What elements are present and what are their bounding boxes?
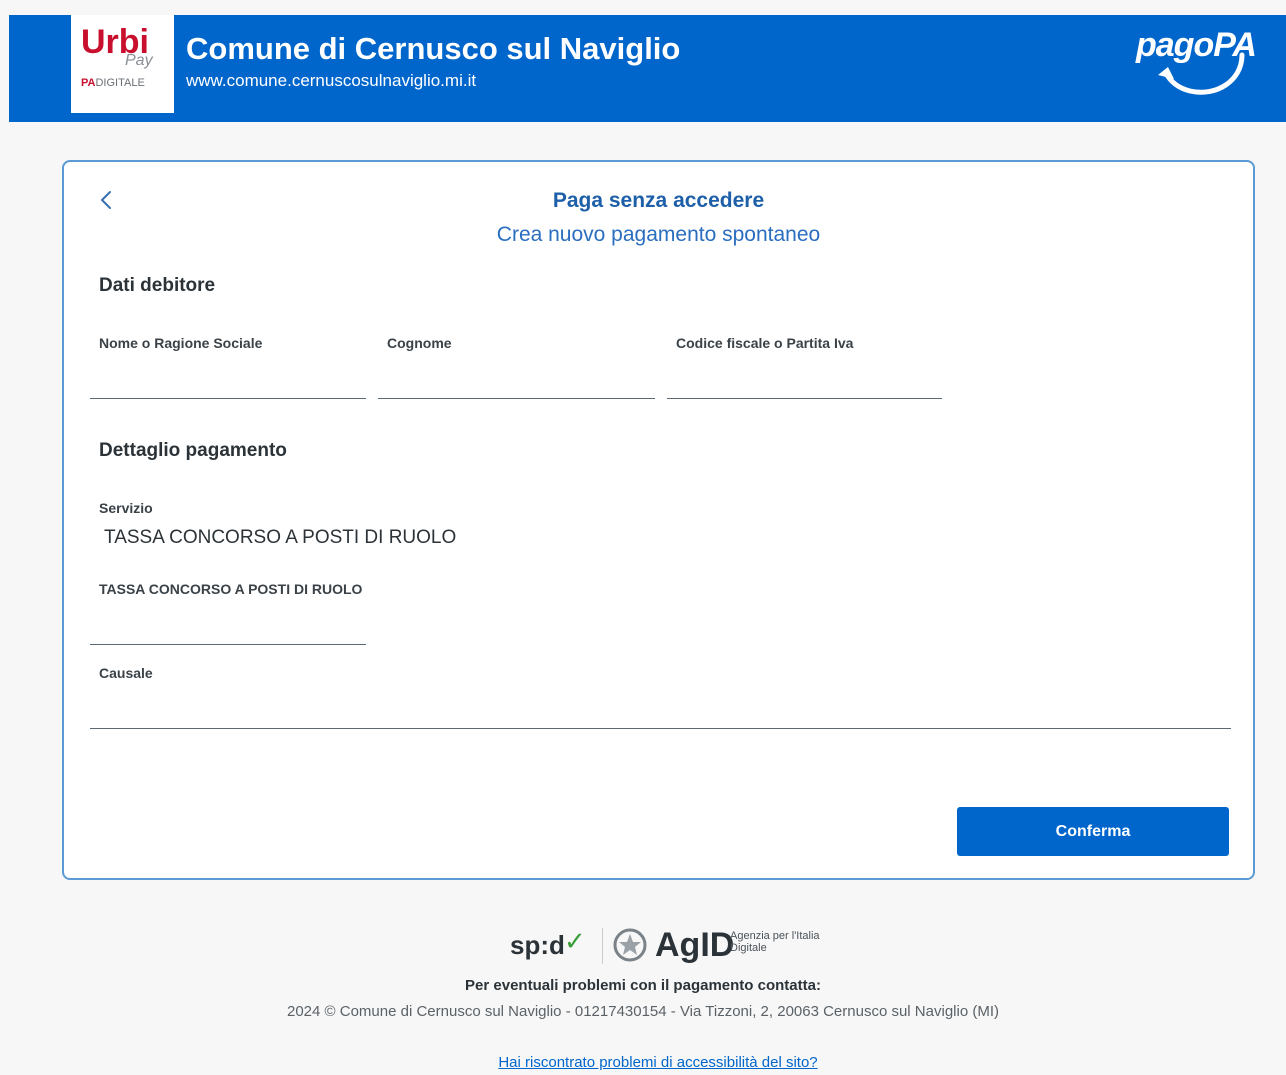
last-name-label: Cognome bbox=[387, 335, 452, 351]
pagopa-logo[interactable]: pagoPA bbox=[1136, 25, 1257, 105]
amount-input[interactable] bbox=[90, 605, 366, 645]
confirm-button[interactable]: Conferma bbox=[957, 807, 1229, 856]
padigitale-logo-text: PADIGITALE bbox=[81, 77, 145, 89]
agid-logo: AgID bbox=[655, 926, 735, 964]
first-name-label: Nome o Ragione Sociale bbox=[99, 335, 263, 351]
contact-text: Per eventuali problemi con il pagamento … bbox=[465, 977, 821, 994]
padigitale-logo-digitale: DIGITALE bbox=[95, 77, 145, 89]
site-title[interactable]: Comune di Cernusco sul Naviglio bbox=[186, 31, 680, 67]
pagopa-arrow-icon bbox=[1158, 52, 1245, 95]
last-name-input[interactable] bbox=[378, 359, 655, 399]
spid-logo: sp:d bbox=[510, 930, 565, 960]
payment-section-title: Dettaglio pagamento bbox=[99, 440, 287, 461]
page-title: Paga senza accedere bbox=[552, 189, 765, 212]
footer-logos: sp:d ✓ AgID Agenzia per l'Italia Digital… bbox=[510, 924, 820, 966]
logo-divider bbox=[602, 928, 603, 964]
first-name-input[interactable] bbox=[90, 359, 366, 399]
accessibility-link[interactable]: Hai riscontrato problemi di accessibilit… bbox=[0, 1053, 1286, 1073]
site-header: Urbi Pay PADIGITALE Comune di Cernusco s… bbox=[9, 15, 1286, 122]
urbipay-logo[interactable]: Urbi Pay PADIGITALE bbox=[71, 15, 174, 113]
urbipay-logo-pay: Pay bbox=[125, 52, 153, 69]
fiscal-code-input[interactable] bbox=[667, 359, 942, 399]
italian-emblem-icon bbox=[613, 928, 647, 962]
copyright-text: 2024 © Comune di Cernusco sul Naviglio -… bbox=[287, 1003, 999, 1020]
site-url[interactable]: www.comune.cernuscosulnaviglio.mi.it bbox=[186, 71, 476, 91]
debtor-section-title: Dati debitore bbox=[99, 275, 216, 296]
service-label: Servizio bbox=[99, 500, 153, 516]
amount-label: TASSA CONCORSO A POSTI DI RUOLO bbox=[99, 581, 363, 597]
reason-input[interactable] bbox=[90, 689, 1231, 729]
agid-logo-subtitle: Agenzia per l'Italia Digitale bbox=[730, 930, 820, 954]
padigitale-logo-pa: PA bbox=[81, 77, 96, 89]
page-subtitle: Crea nuovo pagamento spontaneo bbox=[496, 223, 821, 246]
service-select[interactable]: TASSA CONCORSO A POSTI DI RUOLO bbox=[104, 526, 456, 550]
fiscal-code-label: Codice fiscale o Partita Iva bbox=[676, 335, 854, 351]
payment-card: Paga senza accedere Crea nuovo pagamento… bbox=[62, 160, 1255, 880]
reason-label: Causale bbox=[99, 665, 153, 681]
spid-check-icon: ✓ bbox=[564, 926, 586, 956]
